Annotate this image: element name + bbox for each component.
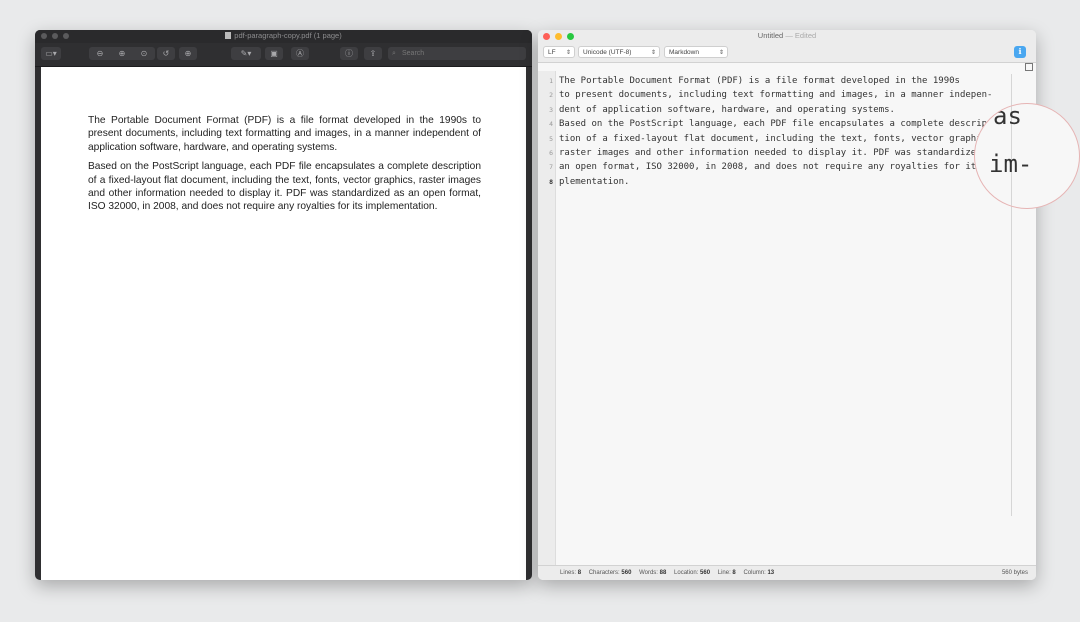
document-icon [225,32,232,39]
status-lines-label: Lines: [560,570,577,576]
status-line-label: Line: [717,570,731,576]
editor-window: Untitled — Edited LF ⇕ Unicode (UTF-8) ⇕ M… [538,30,1036,580]
pdf-paragraph-1[interactable]: The Portable Document Format (PDF) is a … [88,114,481,154]
chevron-updown-icon: ⇕ [565,50,571,56]
status-location-label: Location: [674,570,699,576]
zoom-fit-icon[interactable]: ⊙ [133,47,155,60]
zoom-in-icon[interactable]: ⊕ [111,47,133,60]
preview-titlebar: pdf-paragraph-copy.pdf (1 page) [35,30,532,43]
line-ending-value: LF [548,49,556,56]
pen-icon[interactable]: ✎▾ [231,47,261,60]
split-view-icon[interactable] [1025,63,1033,71]
rotate-icon[interactable]: ↺ [157,47,175,60]
status-line-value: 8 [732,570,736,576]
pdf-paragraph-2[interactable]: Based on the PostScript language, each P… [88,160,481,214]
status-lines-value: 8 [577,570,582,576]
status-words-value: 88 [659,570,667,576]
syntax-select[interactable]: Markdown ⇕ [664,46,728,58]
line-number: 5 [549,134,553,143]
status-chars-label: Characters: [588,570,620,576]
line-number: 2 [549,91,553,100]
editor-line[interactable]: raster images and other information need… [559,146,1029,160]
sidebar-icon[interactable]: ▭▾ [41,47,61,60]
line-number: 7 [549,163,553,172]
preview-toolbar: ▭▾ ⊖ ⊕ ⊙ ↺ ⊕ ✎▾ ▣ Ⓐ ⓘ ⇪ ⌕ Search [35,43,532,67]
status-bar: Lines: 8 Characters: 560 Words: 88 Locat… [538,565,1036,580]
editor-toolbar: LF ⇕ Unicode (UTF-8) ⇕ Markdown ⇕ ℹ [538,43,1036,63]
line-ending-select[interactable]: LF ⇕ [543,46,575,58]
window-title: pdf-paragraph-copy.pdf (1 page) [35,31,532,40]
line-number: 1 [549,77,553,85]
status-chars-value: 560 [621,570,632,576]
encoding-value: Unicode (UTF-8) [583,49,632,56]
window-title: Untitled — Edited [538,31,1036,40]
zoom-icon[interactable]: ⊕ [179,47,197,60]
status-bytes: 560 bytes [1001,570,1028,576]
syntax-value: Markdown [669,49,699,56]
magnifier-loupe: as im- [974,103,1080,209]
status-words-label: Words: [639,570,658,576]
line-number: 6 [549,148,553,157]
preview-window: pdf-paragraph-copy.pdf (1 page) ▭▾ ⊖ ⊕ ⊙… [35,30,532,580]
pdf-page[interactable]: The Portable Document Format (PDF) is a … [41,67,526,580]
info-button[interactable]: ℹ [1014,46,1026,58]
markup-icon[interactable]: ▣ [265,47,283,60]
status-location-value: 560 [700,570,711,576]
search-placeholder: Search [402,50,425,57]
editor-line[interactable]: an open format, ISO 32000, in 2008, and … [559,160,1029,174]
status-column-value: 13 [767,570,775,576]
editor-line[interactable]: Based on the PostScript language, each P… [559,117,1029,131]
editor-line[interactable]: to present documents, including text for… [559,88,1029,102]
window-title-text: pdf-paragraph-copy.pdf (1 page) [234,31,342,40]
search-icon: ⌕ [392,50,396,57]
pdf-text[interactable]: The Portable Document Format (PDF) is a … [88,114,481,220]
line-number-gutter: 1 2 3 4 5 6 7 8 [538,71,556,565]
magnified-text-line: as [993,103,1022,130]
zoom-out-icon[interactable]: ⊖ [89,47,111,60]
text-editor-area[interactable]: The Portable Document Format (PDF) is a … [559,74,1029,189]
share-icon[interactable]: ⇪ [364,47,382,60]
line-number: 4 [549,120,553,129]
zoom-controls: ⊖ ⊕ ⊙ [89,47,155,60]
magnified-text-line: im- [989,150,1033,178]
edited-indicator: — Edited [785,31,817,40]
editor-line[interactable]: plementation. [559,175,1029,189]
editor-line[interactable]: tion of a fixed-layout flat document, in… [559,132,1029,146]
chevron-updown-icon: ⇕ [718,50,724,56]
editor-line[interactable]: The Portable Document Format (PDF) is a … [559,74,1029,88]
window-title-text: Untitled [757,31,784,40]
annotate-icon[interactable]: Ⓐ [291,47,309,60]
encoding-select[interactable]: Unicode (UTF-8) ⇕ [578,46,660,58]
search-input[interactable]: ⌕ Search [388,47,526,60]
editor-titlebar: Untitled — Edited [538,30,1036,43]
status-column-label: Column: [743,570,766,576]
info-icon[interactable]: ⓘ [340,47,358,60]
line-number: 8 [549,177,553,186]
editor-line[interactable]: dent of application software, hardware, … [559,103,1029,117]
line-number: 3 [549,105,553,114]
chevron-updown-icon: ⇕ [650,50,656,56]
